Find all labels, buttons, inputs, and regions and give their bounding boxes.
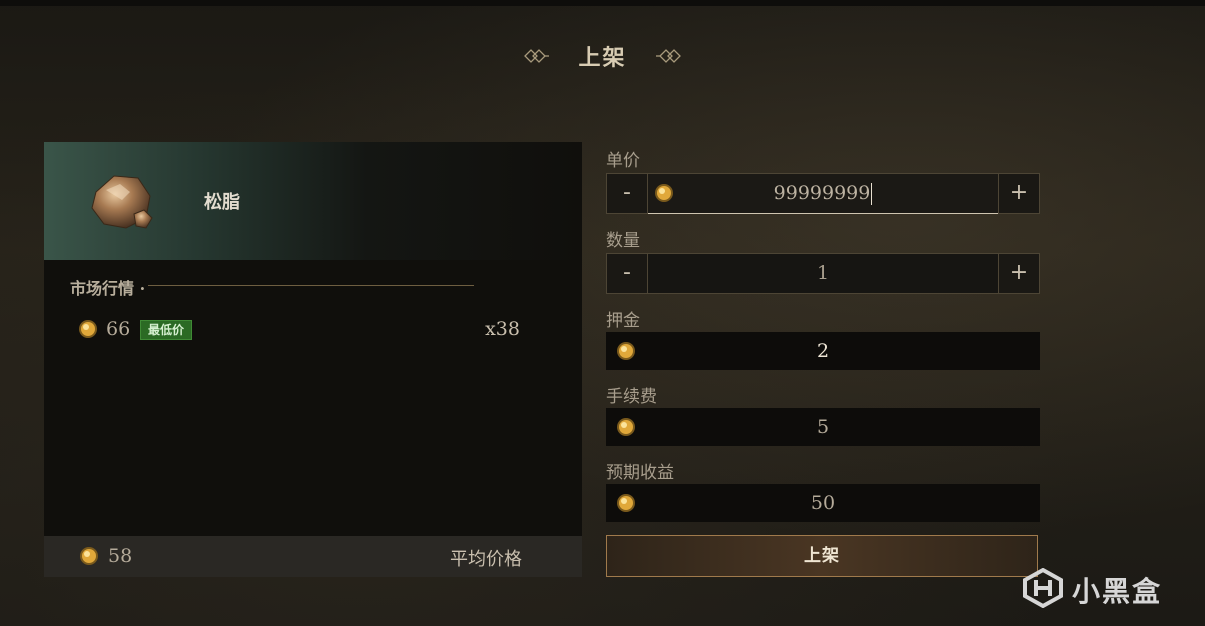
quantity-increase-button[interactable]: + [998, 253, 1040, 294]
item-name: 松脂 [204, 192, 240, 213]
dialog-header: 上架 [0, 36, 1205, 76]
item-info-panel: 松脂 市场行情 · 66 最低价 x38 58 平均价格 [44, 142, 582, 577]
gold-coin-icon [79, 320, 97, 338]
top-strip [0, 0, 1205, 6]
unit-price-input[interactable]: 99999999 [648, 173, 998, 214]
fee-field: 5 [606, 408, 1040, 446]
unit-price-stepper: - 99999999 + [606, 173, 1040, 214]
diamond-ornament-icon [524, 49, 550, 63]
expected-income-field: 50 [606, 484, 1040, 522]
expected-income-label: 预期收益 [606, 463, 674, 483]
unit-price-label: 单价 [606, 151, 640, 171]
deposit-value: 2 [816, 340, 830, 362]
heybox-logo-icon [1023, 568, 1063, 608]
market-listing-row[interactable]: 66 最低价 x38 [78, 316, 528, 344]
watermark: 小黑盒 [1022, 566, 1182, 608]
quantity-decrease-button[interactable]: - [606, 253, 648, 294]
divider [148, 285, 474, 286]
text-caret [871, 183, 873, 205]
average-price-bar: 58 平均价格 [44, 536, 582, 577]
lowest-price-badge: 最低价 [140, 320, 193, 340]
unit-price-decrease-button[interactable]: - [606, 173, 648, 214]
fee-value: 5 [816, 416, 830, 438]
quantity-value: 1 [816, 262, 830, 284]
fee-label: 手续费 [606, 387, 657, 407]
list-item-button[interactable]: 上架 [606, 535, 1038, 577]
average-price-label: 平均价格 [450, 549, 522, 570]
quantity-label: 数量 [606, 231, 640, 251]
quantity-input[interactable]: 1 [648, 253, 998, 294]
quantity-stepper: - 1 + [606, 253, 1040, 294]
resin-item-icon [91, 175, 153, 229]
deposit-label: 押金 [606, 311, 640, 331]
deposit-field: 2 [606, 332, 1040, 370]
diamond-ornament-icon [655, 49, 681, 63]
market-section-title: 市场行情 · [70, 279, 146, 298]
listing-count: x38 [485, 318, 520, 340]
listing-price: 66 [106, 318, 131, 340]
watermark-text: 小黑盒 [1072, 575, 1163, 608]
expected-income-value: 50 [810, 492, 836, 514]
item-header: 松脂 [44, 142, 582, 260]
gold-coin-icon [80, 547, 98, 565]
unit-price-increase-button[interactable]: + [998, 173, 1040, 214]
page-title: 上架 [578, 45, 627, 71]
average-price-value: 58 [108, 545, 133, 567]
unit-price-value: 99999999 [773, 182, 871, 204]
